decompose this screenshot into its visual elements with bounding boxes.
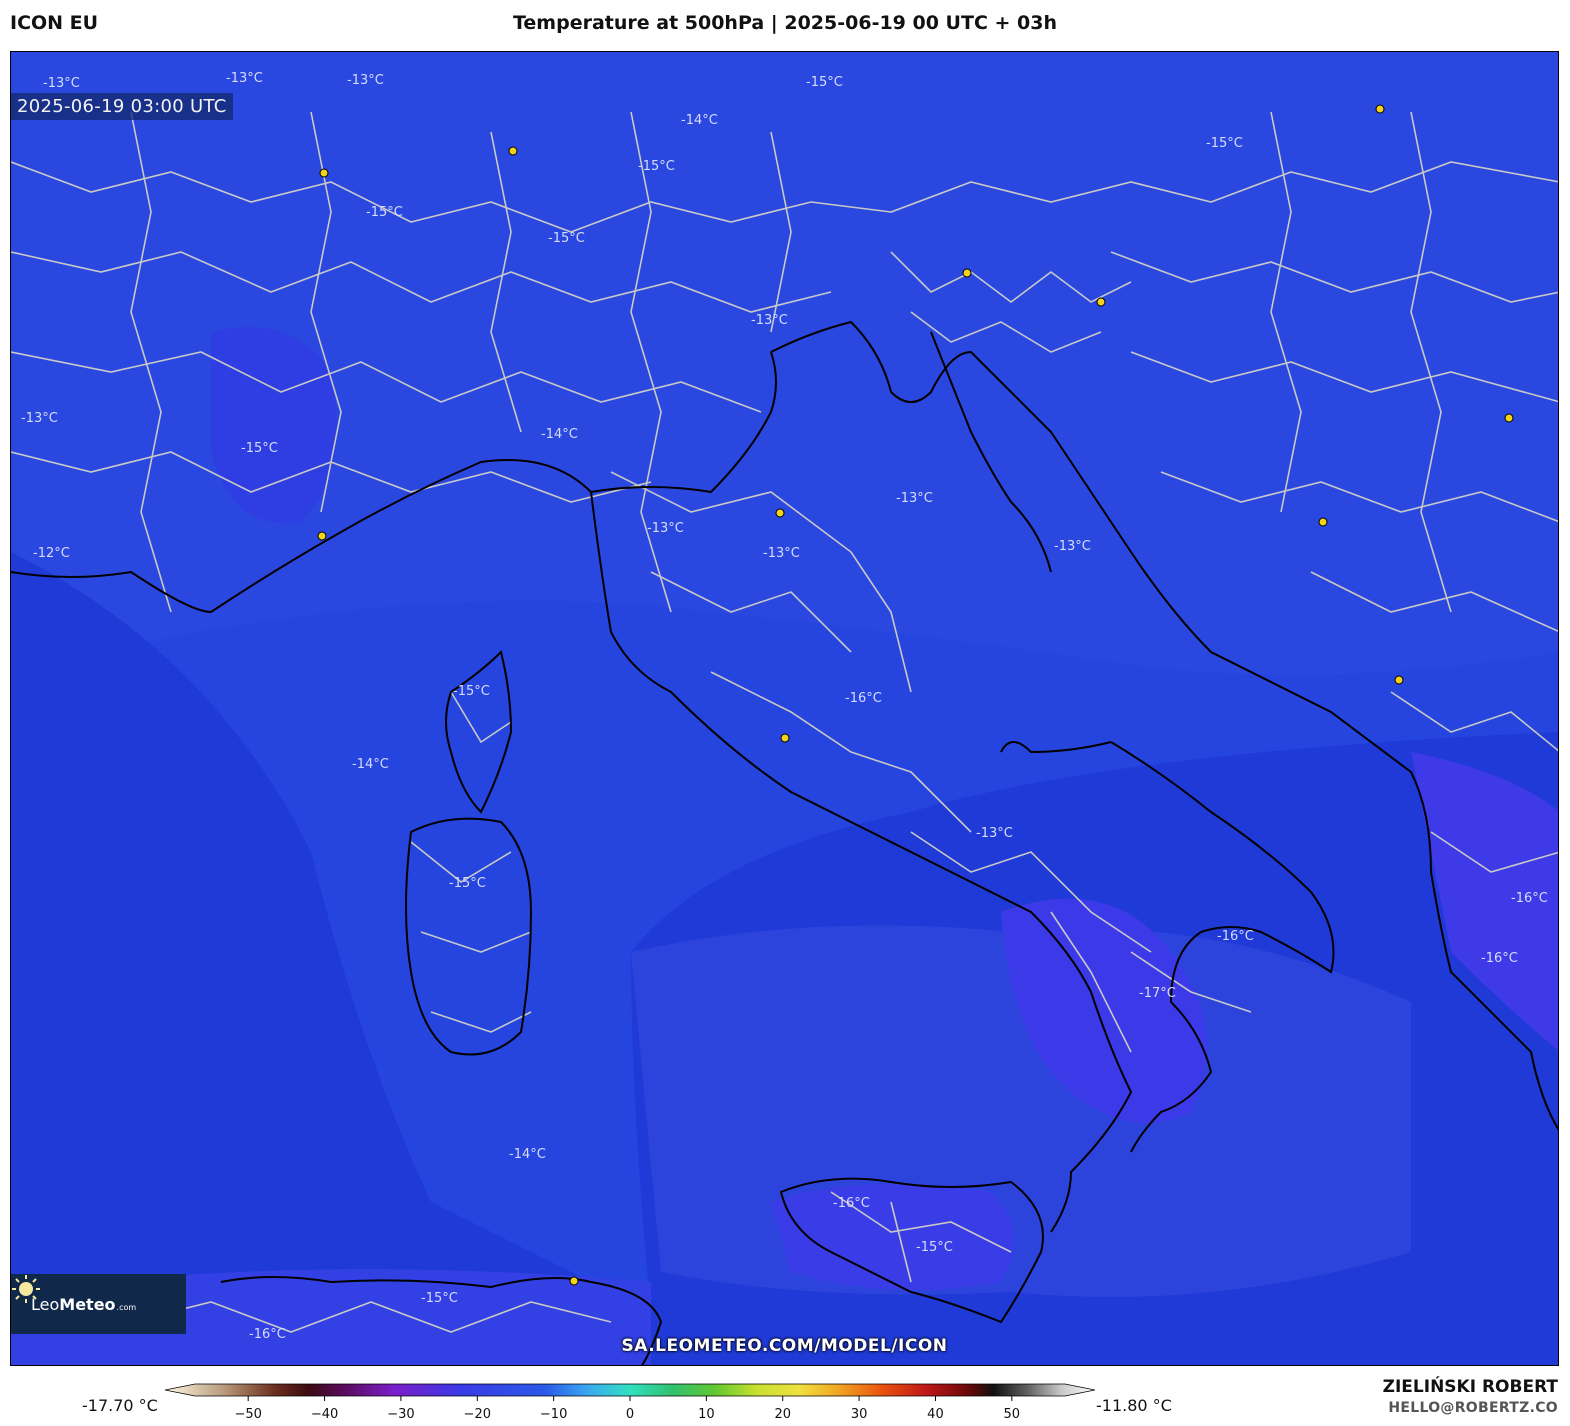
contour-label: -15°C: [1206, 136, 1243, 151]
city-marker: [319, 168, 329, 178]
logo-wordmark: LeoMeteo.com: [31, 1294, 137, 1314]
legend-max-label: -11.80 °C: [1096, 1396, 1172, 1415]
city-marker: [780, 733, 790, 743]
leometeo-logo[interactable]: LeoMeteo.com: [11, 1274, 186, 1334]
contour-label: -15°C: [366, 205, 403, 220]
valid-time-badge: 2025-06-19 03:00 UTC: [11, 93, 233, 120]
colorbar-ticks: −50 −40 −30 −20 −10 0 10 20 30 40 50: [234, 1396, 1020, 1422]
colorbar-tick-label: 0: [626, 1407, 634, 1422]
map-panel[interactable]: -13°C -13°C -13°C -14°C -15°C -15°C -15°…: [10, 51, 1559, 1366]
city-marker: [962, 268, 972, 278]
contour-label: -16°C: [1481, 951, 1518, 966]
sun-icon: [12, 1275, 40, 1303]
contour-label: -13°C: [226, 71, 263, 86]
city-marker: [1394, 675, 1404, 685]
city-marker: [569, 1276, 579, 1286]
contour-label: -14°C: [352, 757, 389, 772]
colorbar: −50 −40 −30 −20 −10 0 10 20 30 40 50: [165, 1383, 1095, 1422]
contour-label: -15°C: [806, 75, 843, 90]
contour-label: -15°C: [421, 1291, 458, 1306]
contour-label: -15°C: [638, 159, 675, 174]
colorbar-tick-label: −50: [234, 1407, 261, 1422]
contour-label: -13°C: [1054, 539, 1091, 554]
city-marker: [1096, 297, 1106, 307]
source-url-link[interactable]: SA.LEOMETEO.COM/MODEL/ICON: [11, 1336, 1558, 1356]
contour-label: -15°C: [449, 876, 486, 891]
contour-label: -16°C: [1217, 929, 1254, 944]
contour-label: -13°C: [347, 73, 384, 88]
colorbar-gradient: [165, 1383, 1095, 1397]
temperature-map: -13°C -13°C -13°C -14°C -15°C -15°C -15°…: [11, 52, 1558, 1365]
city-marker: [508, 146, 518, 156]
colorbar-tick-label: 50: [1004, 1407, 1021, 1422]
city-marker: [1375, 104, 1385, 114]
colorbar-tick-label: 40: [927, 1407, 944, 1422]
contour-label: -14°C: [541, 427, 578, 442]
colorbar-tick-label: −20: [464, 1407, 491, 1422]
colorbar-tick-label: 20: [774, 1407, 791, 1422]
author-name: ZIELIŃSKI ROBERT: [1382, 1377, 1558, 1397]
contour-label: -15°C: [241, 441, 278, 456]
colorbar-tick-label: 30: [851, 1407, 868, 1422]
colorbar-tick-label: 10: [698, 1407, 715, 1422]
colorbar-tick-label: −30: [387, 1407, 414, 1422]
contour-label: -15°C: [453, 684, 490, 699]
contour-label: -13°C: [751, 313, 788, 328]
contour-label: -16°C: [833, 1196, 870, 1211]
contour-label: -13°C: [976, 826, 1013, 841]
contour-label: -14°C: [509, 1147, 546, 1162]
contour-label: -13°C: [21, 411, 58, 426]
cold-pocket-alps: [211, 327, 337, 524]
contour-label: -13°C: [763, 546, 800, 561]
city-marker: [1318, 517, 1328, 527]
colorbar-tick-label: −40: [311, 1407, 338, 1422]
legend-min-label: -17.70 °C: [82, 1396, 158, 1415]
author-email[interactable]: HELLO@ROBERTZ.CO: [1388, 1400, 1558, 1416]
city-marker: [317, 531, 327, 541]
contour-label: -16°C: [845, 691, 882, 706]
contour-label: -17°C: [1139, 986, 1176, 1001]
chart-title: Temperature at 500hPa | 2025-06-19 00 UT…: [512, 12, 1058, 34]
contour-label: -15°C: [916, 1240, 953, 1255]
contour-label: -12°C: [33, 546, 70, 561]
contour-label: -13°C: [896, 491, 933, 506]
contour-label: -15°C: [548, 231, 585, 246]
city-marker: [775, 508, 785, 518]
contour-label: -16°C: [1511, 891, 1548, 906]
contour-label: -13°C: [43, 76, 80, 91]
contour-label: -13°C: [647, 521, 684, 536]
colorbar-tick-label: −10: [540, 1407, 567, 1422]
contour-label: -14°C: [681, 113, 718, 128]
city-marker: [1504, 413, 1514, 423]
